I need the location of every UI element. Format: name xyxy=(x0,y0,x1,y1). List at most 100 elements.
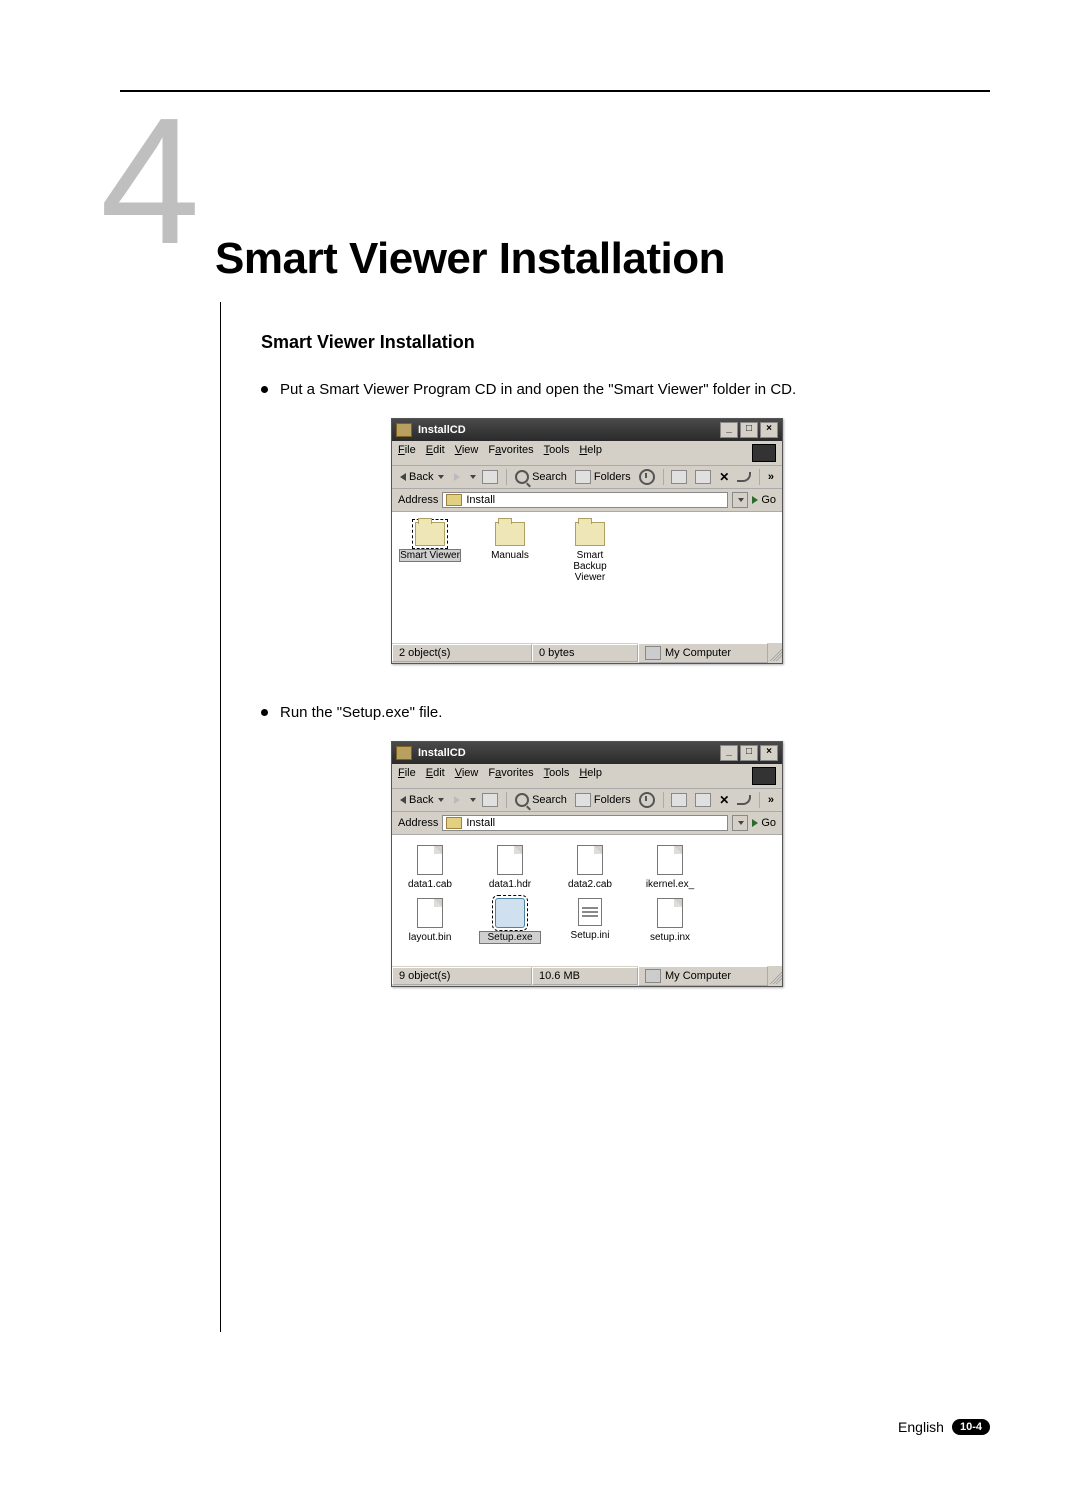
copy-to-button[interactable] xyxy=(693,793,713,807)
forward-button[interactable] xyxy=(454,796,460,804)
file-setup-ini[interactable]: Setup.ini xyxy=(560,898,620,943)
menu-file[interactable]: File xyxy=(398,767,416,785)
folders-icon xyxy=(575,470,591,484)
address-field[interactable]: Install xyxy=(442,492,728,508)
file-smart-backup-viewer[interactable]: Smart Backup Viewer xyxy=(560,522,620,583)
page-number: 10-4 xyxy=(952,1419,990,1435)
file-smart-viewer[interactable]: Smart Viewer xyxy=(400,522,460,583)
menu-help[interactable]: Help xyxy=(579,767,602,785)
folders-label: Folders xyxy=(594,794,631,806)
address-dropdown[interactable] xyxy=(732,815,748,831)
file-label: layout.bin xyxy=(400,932,460,943)
folder-content[interactable]: Smart Viewer Manuals Smart Backup Viewer xyxy=(392,512,782,642)
page-footer: English 10-4 xyxy=(898,1419,990,1435)
maximize-button[interactable]: □ xyxy=(740,422,758,438)
maximize-button[interactable]: □ xyxy=(740,745,758,761)
exe-icon xyxy=(495,898,525,928)
address-label: Address xyxy=(398,494,438,506)
close-button[interactable]: × xyxy=(760,745,778,761)
file-label: setup.inx xyxy=(640,932,700,943)
delete-button[interactable]: ✕ xyxy=(717,470,731,484)
file-icon xyxy=(497,845,523,875)
menu-tools[interactable]: Tools xyxy=(544,767,570,785)
search-button[interactable]: Search xyxy=(513,793,569,807)
file-setup-exe[interactable]: Setup.exe xyxy=(480,898,540,943)
menu-favorites[interactable]: Favorites xyxy=(488,767,533,785)
menubar: File Edit View Favorites Tools Help xyxy=(392,764,782,789)
file-layout-bin[interactable]: layout.bin xyxy=(400,898,460,943)
menu-edit[interactable]: Edit xyxy=(426,444,445,462)
bullet-icon xyxy=(261,386,268,393)
move-to-button[interactable] xyxy=(669,470,689,484)
back-button[interactable]: Back xyxy=(398,471,446,483)
section-heading: Smart Viewer Installation xyxy=(261,332,990,353)
history-button[interactable] xyxy=(637,469,657,485)
separator xyxy=(759,469,760,485)
file-label: Manuals xyxy=(480,550,540,561)
up-button[interactable] xyxy=(480,470,500,484)
file-ikernel-ex[interactable]: ikernel.ex_ xyxy=(640,845,700,890)
file-label: data2.cab xyxy=(560,879,620,890)
search-icon xyxy=(515,793,529,807)
resize-grip[interactable] xyxy=(768,968,782,984)
address-field[interactable]: Install xyxy=(442,815,728,831)
status-location: My Computer xyxy=(638,643,768,663)
folders-button[interactable]: Folders xyxy=(573,793,633,807)
chevron-down-icon xyxy=(438,798,444,802)
menu-view[interactable]: View xyxy=(455,444,479,462)
move-to-button[interactable] xyxy=(669,793,689,807)
menu-file[interactable]: File xyxy=(398,444,416,462)
file-setup-inx[interactable]: setup.inx xyxy=(640,898,700,943)
titlebar[interactable]: InstallCD _ □ × xyxy=(392,742,782,764)
file-icon xyxy=(417,845,443,875)
file-data1-cab[interactable]: data1.cab xyxy=(400,845,460,890)
chevron-down-icon[interactable] xyxy=(470,798,476,802)
file-manuals[interactable]: Manuals xyxy=(480,522,540,583)
minimize-button[interactable]: _ xyxy=(720,422,738,438)
menu-tools[interactable]: Tools xyxy=(544,444,570,462)
folder-icon xyxy=(396,746,412,760)
resize-grip[interactable] xyxy=(768,645,782,661)
menu-view[interactable]: View xyxy=(455,767,479,785)
delete-button[interactable]: ✕ xyxy=(717,793,731,807)
folder-content[interactable]: data1.cab data1.hdr data2.cab ikernel.ex… xyxy=(392,835,782,965)
search-button[interactable]: Search xyxy=(513,470,569,484)
chevron-down-icon[interactable] xyxy=(470,475,476,479)
history-icon xyxy=(639,792,655,808)
address-value: Install xyxy=(466,494,495,506)
menu-favorites[interactable]: Favorites xyxy=(488,444,533,462)
file-label: Smart Viewer xyxy=(400,550,460,561)
forward-button[interactable] xyxy=(454,473,460,481)
address-label: Address xyxy=(398,817,438,829)
move-icon xyxy=(671,793,687,807)
go-button[interactable]: Go xyxy=(752,817,776,829)
minimize-button[interactable]: _ xyxy=(720,745,738,761)
chevron-down-icon xyxy=(438,475,444,479)
folders-label: Folders xyxy=(594,471,631,483)
undo-button[interactable] xyxy=(735,472,753,482)
folder-icon xyxy=(415,522,445,546)
file-data2-cab[interactable]: data2.cab xyxy=(560,845,620,890)
go-button[interactable]: Go xyxy=(752,494,776,506)
file-data1-hdr[interactable]: data1.hdr xyxy=(480,845,540,890)
up-button[interactable] xyxy=(480,793,500,807)
history-button[interactable] xyxy=(637,792,657,808)
back-button[interactable]: Back xyxy=(398,794,446,806)
file-label: data1.cab xyxy=(400,879,460,890)
folder-icon xyxy=(446,494,462,506)
folders-button[interactable]: Folders xyxy=(573,470,633,484)
address-dropdown[interactable] xyxy=(732,492,748,508)
addressbar: Address Install Go xyxy=(392,489,782,512)
close-button[interactable]: × xyxy=(760,422,778,438)
menu-help[interactable]: Help xyxy=(579,444,602,462)
titlebar[interactable]: InstallCD _ □ × xyxy=(392,419,782,441)
go-label: Go xyxy=(761,494,776,506)
copy-to-button[interactable] xyxy=(693,470,713,484)
menu-edit[interactable]: Edit xyxy=(426,767,445,785)
toolbar-overflow[interactable]: » xyxy=(766,794,776,806)
toolbar-overflow[interactable]: » xyxy=(766,471,776,483)
undo-button[interactable] xyxy=(735,795,753,805)
window-title: InstallCD xyxy=(418,747,720,759)
toolbar: Back Search Folders ✕ » xyxy=(392,466,782,489)
separator xyxy=(506,469,507,485)
